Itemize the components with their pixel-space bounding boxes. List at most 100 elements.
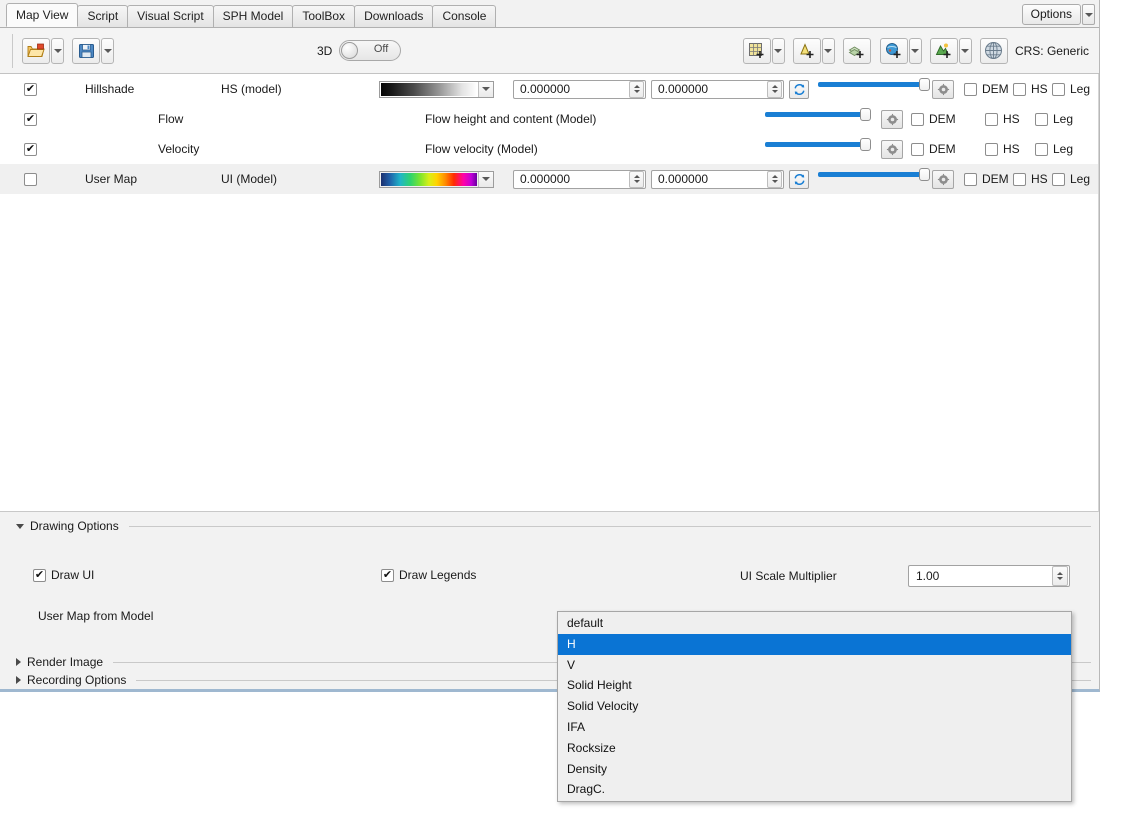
leg-checkbox[interactable] bbox=[1052, 82, 1065, 96]
open-project-button[interactable] bbox=[22, 37, 50, 64]
hs-checkbox-group[interactable]: HS bbox=[985, 112, 1020, 126]
save-project-button[interactable] bbox=[72, 37, 100, 64]
max-value-spinbox[interactable]: 0.000000 bbox=[651, 169, 784, 189]
hs-checkbox[interactable] bbox=[985, 142, 998, 156]
dropdown-item-v[interactable]: V bbox=[558, 655, 1071, 676]
layer-visible-checkbox[interactable]: ✔ bbox=[24, 112, 37, 126]
dropdown-item-default[interactable]: default bbox=[558, 613, 1071, 634]
leg-checkbox-group[interactable]: Leg bbox=[1052, 172, 1090, 186]
tab-sph-model[interactable]: SPH Model bbox=[212, 5, 294, 27]
layer-settings-button[interactable] bbox=[932, 169, 954, 189]
layer-visible-checkbox[interactable] bbox=[24, 172, 37, 186]
layer-settings-button[interactable] bbox=[932, 79, 954, 99]
layer-settings-button[interactable] bbox=[881, 109, 903, 129]
draw-legends-checkbox-group[interactable]: ✔ Draw Legends bbox=[381, 568, 476, 582]
hs-checkbox-group[interactable]: HS bbox=[985, 142, 1020, 156]
save-project-dropdown[interactable] bbox=[101, 37, 114, 64]
dem-checkbox[interactable] bbox=[964, 82, 977, 96]
layer-visible-checkbox[interactable]: ✔ bbox=[24, 142, 37, 156]
dropdown-item-dragc[interactable]: DragC. bbox=[558, 779, 1071, 800]
slider-handle[interactable] bbox=[919, 78, 930, 91]
draw-ui-checkbox-group[interactable]: ✔ Draw UI bbox=[33, 568, 94, 582]
refresh-range-button[interactable] bbox=[789, 79, 809, 99]
slider-handle[interactable] bbox=[860, 138, 871, 151]
spin-buttons[interactable] bbox=[767, 170, 782, 188]
add-image-layer-button[interactable] bbox=[929, 37, 958, 64]
spin-buttons[interactable] bbox=[629, 80, 644, 98]
leg-checkbox-group[interactable]: Leg bbox=[1052, 82, 1090, 96]
max-value-spinbox[interactable]: 0.000000 bbox=[651, 79, 784, 99]
open-project-dropdown[interactable] bbox=[51, 37, 64, 64]
spin-buttons[interactable] bbox=[1052, 566, 1068, 586]
min-value-spinbox[interactable]: 0.000000 bbox=[513, 169, 646, 189]
3d-toggle[interactable]: Off bbox=[339, 40, 402, 61]
add-vector-layer-button[interactable] bbox=[792, 37, 821, 64]
dem-checkbox[interactable] bbox=[911, 142, 924, 156]
dropdown-item-density[interactable]: Density bbox=[558, 759, 1071, 780]
hs-checkbox-group[interactable]: HS bbox=[1013, 82, 1048, 96]
leg-checkbox-group[interactable]: Leg bbox=[1035, 142, 1073, 156]
dem-checkbox-group[interactable]: DEM bbox=[911, 112, 956, 126]
add-point-layer-button[interactable] bbox=[879, 37, 908, 64]
add-point-layer-dropdown[interactable] bbox=[908, 37, 922, 64]
table-row[interactable]: ✔ Hillshade HS (model) 0.000000 0.000000 bbox=[0, 74, 1098, 104]
draw-legends-checkbox[interactable]: ✔ bbox=[381, 568, 394, 582]
opacity-slider[interactable] bbox=[818, 164, 931, 194]
table-row[interactable]: ✔ Flow Flow height and content (Model) D… bbox=[0, 104, 1098, 134]
add-vector-layer-dropdown[interactable] bbox=[821, 37, 835, 64]
hs-checkbox-group[interactable]: HS bbox=[1013, 172, 1048, 186]
add-raster-layer-button[interactable] bbox=[742, 37, 771, 64]
dem-checkbox[interactable] bbox=[911, 112, 924, 126]
spin-buttons[interactable] bbox=[767, 80, 782, 98]
add-mesh-layer-button[interactable] bbox=[842, 37, 871, 64]
hs-checkbox[interactable] bbox=[1013, 82, 1026, 96]
hs-checkbox[interactable] bbox=[1013, 172, 1026, 186]
tab-map-view[interactable]: Map View bbox=[6, 3, 79, 27]
leg-checkbox[interactable] bbox=[1052, 172, 1065, 186]
draw-ui-checkbox[interactable]: ✔ bbox=[33, 568, 46, 582]
drawing-options-header[interactable]: Drawing Options bbox=[0, 517, 1099, 535]
leg-checkbox[interactable] bbox=[1035, 112, 1048, 126]
slider-handle[interactable] bbox=[919, 168, 930, 181]
crs-button[interactable] bbox=[979, 37, 1008, 64]
hs-checkbox[interactable] bbox=[985, 112, 998, 126]
dem-checkbox-group[interactable]: DEM bbox=[964, 82, 1009, 96]
layer-settings-button[interactable] bbox=[881, 139, 903, 159]
table-row[interactable]: ✔ Velocity Flow velocity (Model) DEM HS … bbox=[0, 134, 1098, 164]
opacity-slider[interactable] bbox=[765, 134, 878, 164]
leg-checkbox-group[interactable]: Leg bbox=[1035, 112, 1073, 126]
tab-script[interactable]: Script bbox=[77, 5, 129, 27]
leg-label: Leg bbox=[1070, 82, 1091, 96]
chevron-right-icon bbox=[16, 676, 21, 684]
dem-checkbox-group[interactable]: DEM bbox=[911, 142, 956, 156]
layer-visible-checkbox[interactable]: ✔ bbox=[24, 82, 37, 96]
table-row[interactable]: User Map UI (Model) 0.000000 0.000000 DE… bbox=[0, 164, 1098, 194]
colormap-selector[interactable] bbox=[379, 80, 494, 98]
options-dropdown-arrow[interactable] bbox=[1082, 4, 1095, 25]
leg-checkbox[interactable] bbox=[1035, 142, 1048, 156]
dropdown-item-h[interactable]: H bbox=[558, 633, 1071, 655]
dropdown-item-solid-height[interactable]: Solid Height bbox=[558, 675, 1071, 696]
layer-list-panel[interactable]: ✔ Hillshade HS (model) 0.000000 0.000000 bbox=[0, 74, 1099, 512]
dropdown-item-rocksize[interactable]: Rocksize bbox=[558, 738, 1071, 759]
user-map-variable-dropdown[interactable]: default H V Solid Height Solid Velocity … bbox=[557, 611, 1072, 803]
add-image-layer-dropdown[interactable] bbox=[958, 37, 972, 64]
options-button[interactable]: Options bbox=[1021, 4, 1081, 25]
dem-checkbox-group[interactable]: DEM bbox=[964, 172, 1009, 186]
dem-checkbox[interactable] bbox=[964, 172, 977, 186]
min-value-spinbox[interactable]: 0.000000 bbox=[513, 79, 646, 99]
ui-scale-spinbox[interactable]: 1.00 bbox=[908, 565, 1070, 587]
opacity-slider[interactable] bbox=[818, 74, 931, 104]
refresh-range-button[interactable] bbox=[789, 169, 809, 189]
dropdown-item-solid-velocity[interactable]: Solid Velocity bbox=[558, 696, 1071, 717]
opacity-slider[interactable] bbox=[765, 104, 878, 134]
spin-buttons[interactable] bbox=[629, 170, 644, 188]
tab-toolbox[interactable]: ToolBox bbox=[292, 5, 356, 27]
dropdown-item-ifa[interactable]: IFA bbox=[558, 717, 1071, 738]
tab-visual-script[interactable]: Visual Script bbox=[127, 5, 214, 27]
tab-downloads[interactable]: Downloads bbox=[354, 5, 434, 27]
add-raster-layer-dropdown[interactable] bbox=[771, 37, 785, 64]
tab-console[interactable]: Console bbox=[432, 5, 497, 27]
colormap-selector[interactable] bbox=[379, 170, 494, 188]
slider-handle[interactable] bbox=[860, 108, 871, 121]
